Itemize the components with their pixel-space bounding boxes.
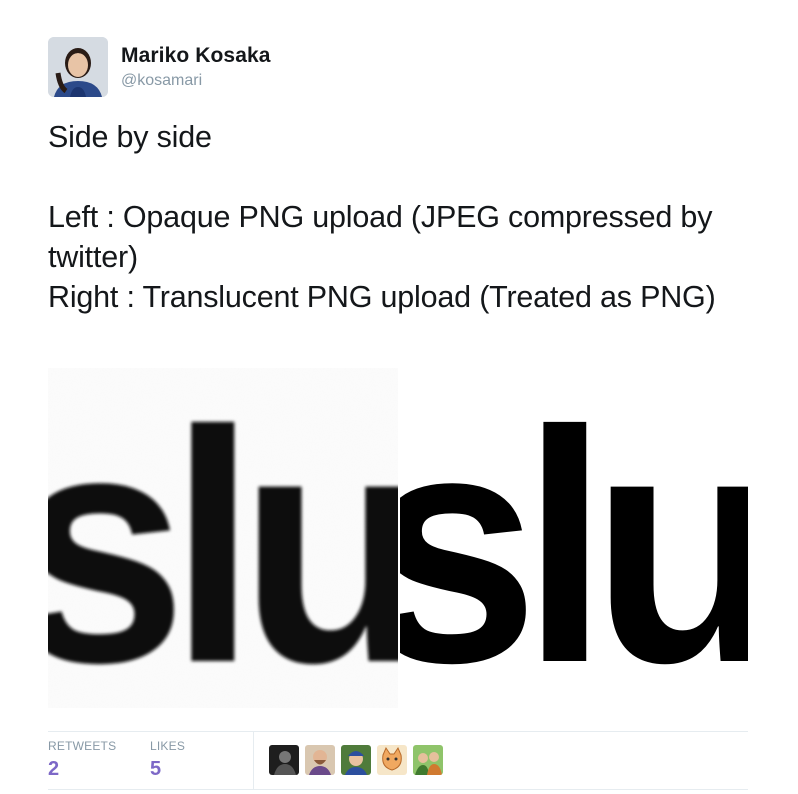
liker-avatar-dark-icon[interactable] xyxy=(269,745,299,775)
stats-top-divider xyxy=(48,731,748,732)
author-handle[interactable]: @kosamari xyxy=(121,72,202,90)
media-left-text: slu xyxy=(48,368,413,708)
retweets-label: RETWEETS xyxy=(48,739,117,753)
likes-stat[interactable]: LIKES 5 xyxy=(150,739,185,781)
author-name[interactable]: Mariko Kosaka xyxy=(121,44,271,68)
stats-vertical-divider xyxy=(253,732,254,789)
liker-avatar-blue-hat-icon[interactable] xyxy=(341,745,371,775)
likers-avatar-list xyxy=(269,745,443,775)
likes-label: LIKES xyxy=(150,739,186,753)
media-comparison-graphic: slu slu xyxy=(48,368,748,708)
user-portrait-avatar-icon xyxy=(48,37,108,97)
likes-count[interactable]: 5 xyxy=(150,758,185,781)
liker-avatar-green-outdoor-icon[interactable] xyxy=(413,745,443,775)
retweets-stat[interactable]: RETWEETS 2 xyxy=(48,739,116,781)
tweet-media-image[interactable]: slu slu xyxy=(48,368,748,708)
liker-avatar-bearded-icon[interactable] xyxy=(305,745,335,775)
author-avatar[interactable] xyxy=(48,37,108,97)
media-right-text: slu xyxy=(365,368,748,708)
retweets-count[interactable]: 2 xyxy=(48,758,116,781)
stats-bottom-divider xyxy=(48,789,748,790)
tweet-text: Side by side Left : Opaque PNG upload (J… xyxy=(48,120,716,314)
liker-avatar-cat-drawing-icon[interactable] xyxy=(377,745,407,775)
